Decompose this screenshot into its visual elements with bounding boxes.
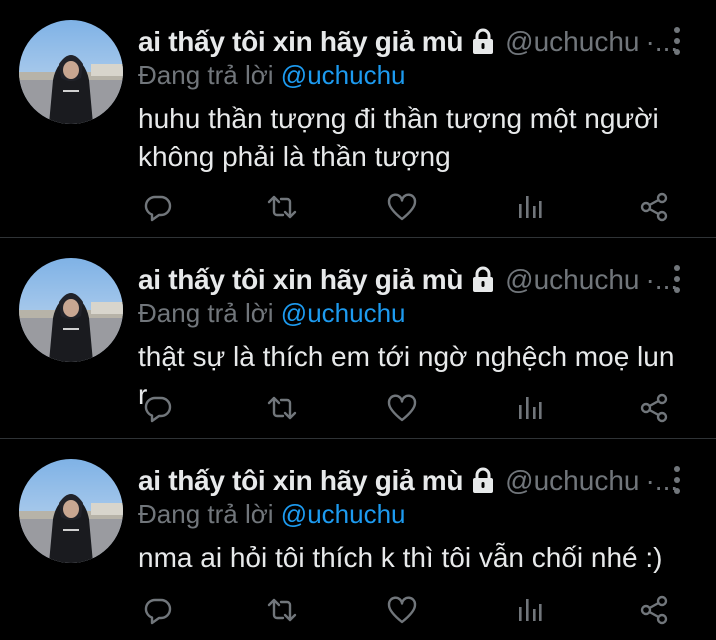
retweet-icon xyxy=(267,598,297,622)
reply-icon xyxy=(144,598,172,625)
replying-prefix: Đang trả lời xyxy=(138,499,274,529)
replying-mention[interactable]: @uchuchu xyxy=(281,298,406,328)
lock-icon xyxy=(471,467,495,495)
share-icon xyxy=(640,393,668,423)
analytics-button[interactable] xyxy=(510,590,550,630)
retweet-button[interactable] xyxy=(262,187,302,227)
retweet-button[interactable] xyxy=(262,590,302,630)
handle[interactable]: @uchuchu xyxy=(505,26,639,58)
like-button[interactable] xyxy=(382,590,422,630)
more-vertical-icon[interactable] xyxy=(672,264,682,294)
reply-button[interactable] xyxy=(138,590,178,630)
heart-icon xyxy=(387,193,417,221)
share-button[interactable] xyxy=(634,590,674,630)
analytics-button[interactable] xyxy=(510,388,550,428)
lock-icon xyxy=(471,266,495,294)
display-name[interactable]: ai thấy tôi xin hãy giả mù xyxy=(138,465,463,497)
tweet[interactable]: ai thấy tôi xin hãy giả mù @uchuchu ·...… xyxy=(0,0,716,237)
analytics-button[interactable] xyxy=(510,187,550,227)
analytics-icon xyxy=(519,599,542,621)
tweet-text: nma ai hỏi tôi thích k thì tôi vẫn chối … xyxy=(138,542,663,573)
reply-button[interactable] xyxy=(138,388,178,428)
replying-mention[interactable]: @uchuchu xyxy=(281,499,406,529)
handle[interactable]: @uchuchu xyxy=(505,264,639,296)
tweet[interactable]: ai thấy tôi xin hãy giả mù @uchuchu ·...… xyxy=(0,439,716,640)
like-button[interactable] xyxy=(382,388,422,428)
share-button[interactable] xyxy=(634,388,674,428)
tweet-text: huhu thần tượng đi thần tượng một người … xyxy=(138,103,659,172)
replying-to: Đang trả lời @uchuchu xyxy=(138,60,406,91)
action-bar xyxy=(138,187,678,227)
avatar[interactable] xyxy=(19,459,123,563)
reply-icon xyxy=(144,195,172,222)
display-name[interactable]: ai thấy tôi xin hãy giả mù xyxy=(138,26,463,58)
heart-icon xyxy=(387,596,417,624)
lock-icon xyxy=(471,28,495,56)
display-name[interactable]: ai thấy tôi xin hãy giả mù xyxy=(138,264,463,296)
replying-prefix: Đang trả lời xyxy=(138,60,274,90)
share-icon xyxy=(640,595,668,625)
action-bar xyxy=(138,388,678,428)
reply-icon xyxy=(144,396,172,423)
avatar[interactable] xyxy=(19,258,123,362)
action-bar xyxy=(138,590,678,630)
more-vertical-icon[interactable] xyxy=(672,26,682,56)
replying-to: Đang trả lời @uchuchu xyxy=(138,298,406,329)
retweet-icon xyxy=(267,195,297,219)
retweet-button[interactable] xyxy=(262,388,302,428)
replying-mention[interactable]: @uchuchu xyxy=(281,60,406,90)
analytics-icon xyxy=(519,397,542,419)
share-button[interactable] xyxy=(634,187,674,227)
retweet-icon xyxy=(267,396,297,420)
share-icon xyxy=(640,192,668,222)
reply-button[interactable] xyxy=(138,187,178,227)
heart-icon xyxy=(387,394,417,422)
tweet[interactable]: ai thấy tôi xin hãy giả mù @uchuchu ·...… xyxy=(0,238,716,438)
replying-to: Đang trả lời @uchuchu xyxy=(138,499,406,530)
avatar[interactable] xyxy=(19,20,123,124)
replying-prefix: Đang trả lời xyxy=(138,298,274,328)
like-button[interactable] xyxy=(382,187,422,227)
more-vertical-icon[interactable] xyxy=(672,465,682,495)
analytics-icon xyxy=(519,196,542,218)
handle[interactable]: @uchuchu xyxy=(505,465,639,497)
